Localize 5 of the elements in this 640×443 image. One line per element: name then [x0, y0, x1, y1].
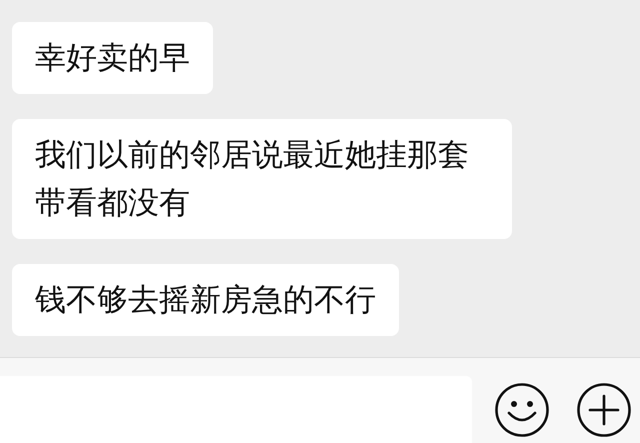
plus-icon[interactable] — [576, 382, 632, 438]
message-bubble: 我们以前的邻居说最近她挂那套带看都没有 — [12, 119, 512, 239]
emoji-icon[interactable] — [494, 382, 550, 438]
message-bubble: 钱不够去摇新房急的不行 — [12, 264, 399, 336]
message-bubble: 幸好卖的早 — [12, 22, 213, 94]
